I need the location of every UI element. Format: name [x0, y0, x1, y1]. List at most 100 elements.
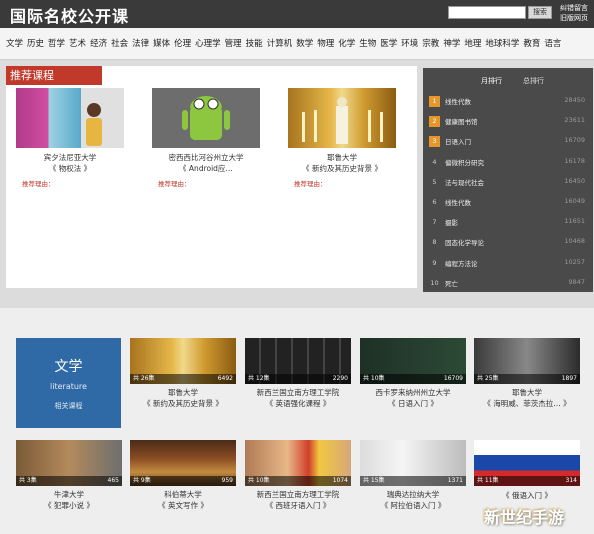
- course-card[interactable]: 共 11集 314 《 俄语入门 》: [474, 440, 580, 501]
- course-thumbnail[interactable]: 共 11集 314: [474, 440, 580, 486]
- course-school[interactable]: 新西兰国立南方理工学院: [245, 388, 351, 398]
- course-thumbnail[interactable]: 共 10集 1074: [245, 440, 351, 486]
- course-title[interactable]: 《 新约及其历史背景 》: [130, 398, 236, 409]
- course-title[interactable]: 《 阿拉伯语入门 》: [360, 500, 466, 511]
- rank-course-title[interactable]: 摄影: [445, 217, 458, 227]
- ranking-item[interactable]: 7 摄影 11651: [429, 215, 589, 231]
- category-link[interactable]: 地球科学: [485, 38, 519, 51]
- category-link[interactable]: 环境: [401, 38, 418, 51]
- rank-course-title[interactable]: 日语入门: [445, 136, 471, 146]
- category-link[interactable]: 生物: [359, 38, 376, 51]
- rank-course-title[interactable]: 线性代数: [445, 197, 471, 207]
- category-link[interactable]: 地理: [464, 38, 481, 51]
- ranking-item[interactable]: 4 偏微积分研究 16178: [429, 155, 589, 171]
- course-thumbnail[interactable]: 共 15集 1371: [360, 440, 466, 486]
- ranking-item[interactable]: 8 固态化学导论 10468: [429, 235, 589, 251]
- ranking-item[interactable]: 2 健康图书馆 23611: [429, 114, 589, 130]
- course-title[interactable]: 《 西班牙语入门 》: [245, 500, 351, 511]
- ranking-item[interactable]: 10 死亡 9847: [429, 276, 589, 292]
- rank-course-title[interactable]: 健康图书馆: [445, 116, 478, 126]
- course-thumbnail[interactable]: 共 10集 16709: [360, 338, 466, 384]
- category-link[interactable]: 媒体: [153, 38, 170, 51]
- course-card[interactable]: 共 15集 1371 瑞典达拉纳大学《 阿拉伯语入门 》: [360, 440, 466, 511]
- category-link[interactable]: 法律: [132, 38, 149, 51]
- rank-course-title[interactable]: 法与现代社会: [445, 177, 484, 187]
- rank-course-title[interactable]: 死亡: [445, 278, 458, 288]
- tab-overall[interactable]: 总排行: [523, 76, 544, 86]
- course-title[interactable]: 《 犯罪小说 》: [16, 500, 122, 511]
- recommended-course[interactable]: 《 物权法 》: [16, 163, 124, 174]
- ranking-item[interactable]: 3 日语入门 16709: [429, 134, 589, 150]
- site-logo[interactable]: 国际名校公开课: [10, 3, 129, 27]
- recommended-course[interactable]: 《 Android应…: [152, 163, 260, 174]
- category-link[interactable]: 数学: [296, 38, 313, 51]
- category-link[interactable]: 艺术: [69, 38, 86, 51]
- course-card[interactable]: 共 3集 465 牛津大学《 犯罪小说 》: [16, 440, 122, 511]
- category-link[interactable]: 经济: [90, 38, 107, 51]
- course-card[interactable]: 共 12集 2290 新西兰国立南方理工学院《 英语强化课程 》: [245, 338, 351, 409]
- tab-monthly[interactable]: 月排行: [481, 76, 502, 86]
- course-thumbnail[interactable]: [288, 88, 396, 148]
- old-version-link[interactable]: 旧版网页: [560, 13, 588, 23]
- course-thumbnail[interactable]: 共 26集 6492: [130, 338, 236, 384]
- category-link[interactable]: 管理: [225, 38, 242, 51]
- category-link[interactable]: 伦理: [174, 38, 191, 51]
- course-card[interactable]: 共 26集 6492 耶鲁大学《 新约及其历史背景 》: [130, 338, 236, 409]
- course-card[interactable]: 共 25集 1897 耶鲁大学《 海明威、菲茨杰拉… 》: [474, 338, 580, 409]
- literature-tile[interactable]: 文学 literature 相关课程: [16, 338, 121, 428]
- category-link[interactable]: 社会: [111, 38, 128, 51]
- search-button[interactable]: 搜索: [528, 6, 552, 19]
- course-card[interactable]: 共 10集 16709 西卡罗来纳州州立大学《 日语入门 》: [360, 338, 466, 409]
- recommended-item[interactable]: 耶鲁大学 《 新约及其历史背景 》 推荐理由：: [288, 88, 396, 188]
- feedback-link[interactable]: 纠错留言: [560, 3, 588, 13]
- rank-course-title[interactable]: 固态化学导论: [445, 237, 484, 247]
- course-thumbnail[interactable]: [152, 88, 260, 148]
- course-thumbnail[interactable]: [16, 88, 124, 148]
- ranking-item[interactable]: 5 法与现代社会 16450: [429, 175, 589, 191]
- course-title[interactable]: 《 海明威、菲茨杰拉… 》: [474, 398, 580, 409]
- course-school[interactable]: 牛津大学: [16, 490, 122, 500]
- course-school[interactable]: 耶鲁大学: [130, 388, 236, 398]
- course-thumbnail[interactable]: 共 3集 465: [16, 440, 122, 486]
- course-thumbnail[interactable]: 共 12集 2290: [245, 338, 351, 384]
- category-link[interactable]: 物理: [317, 38, 334, 51]
- course-title[interactable]: 《 日语入门 》: [360, 398, 466, 409]
- rank-course-title[interactable]: 线性代数: [445, 96, 471, 106]
- category-link[interactable]: 计算机: [267, 38, 293, 51]
- category-link[interactable]: 技能: [246, 38, 263, 51]
- category-link[interactable]: 宗教: [422, 38, 439, 51]
- rank-course-title[interactable]: 偏微积分研究: [445, 157, 484, 167]
- course-card[interactable]: 共 9集 959 科伯蒂大学《 英文写作 》: [130, 440, 236, 511]
- category-link[interactable]: 心理学: [195, 38, 221, 51]
- ranking-item[interactable]: 1 线性代数 28450: [429, 94, 589, 110]
- course-card[interactable]: 共 10集 1074 新西兰国立南方理工学院《 西班牙语入门 》: [245, 440, 351, 511]
- recommended-school[interactable]: 耶鲁大学: [288, 152, 396, 163]
- category-link[interactable]: 医学: [380, 38, 397, 51]
- rank-course-title[interactable]: 编程方法论: [445, 258, 478, 268]
- course-title[interactable]: 《 英语强化课程 》: [245, 398, 351, 409]
- course-thumbnail[interactable]: 共 9集 959: [130, 440, 236, 486]
- ranking-item[interactable]: 9 编程方法论 10257: [429, 256, 589, 272]
- course-title[interactable]: 《 英文写作 》: [130, 500, 236, 511]
- category-link[interactable]: 化学: [338, 38, 355, 51]
- recommended-course[interactable]: 《 新约及其历史背景 》: [288, 163, 396, 174]
- category-link[interactable]: 神学: [443, 38, 460, 51]
- course-school[interactable]: 西卡罗来纳州州立大学: [360, 388, 466, 398]
- category-link[interactable]: 语言: [544, 38, 561, 51]
- ranking-item[interactable]: 6 线性代数 16049: [429, 195, 589, 211]
- course-school[interactable]: 科伯蒂大学: [130, 490, 236, 500]
- category-link[interactable]: 文学: [6, 38, 23, 51]
- course-school[interactable]: 瑞典达拉纳大学: [360, 490, 466, 500]
- literature-more-link[interactable]: 相关课程: [16, 401, 121, 411]
- recommended-item[interactable]: 宾夕法尼亚大学 《 物权法 》 推荐理由：: [16, 88, 124, 188]
- recommended-school[interactable]: 密西西比河谷州立大学: [152, 152, 260, 163]
- search-input[interactable]: [448, 6, 526, 19]
- course-thumbnail[interactable]: 共 25集 1897: [474, 338, 580, 384]
- category-link[interactable]: 历史: [27, 38, 44, 51]
- course-title[interactable]: 《 俄语入门 》: [474, 490, 580, 501]
- category-link[interactable]: 教育: [523, 38, 540, 51]
- course-school[interactable]: 耶鲁大学: [474, 388, 580, 398]
- recommended-school[interactable]: 宾夕法尼亚大学: [16, 152, 124, 163]
- recommended-item[interactable]: 密西西比河谷州立大学 《 Android应… 推荐理由：: [152, 88, 260, 188]
- category-link[interactable]: 哲学: [48, 38, 65, 51]
